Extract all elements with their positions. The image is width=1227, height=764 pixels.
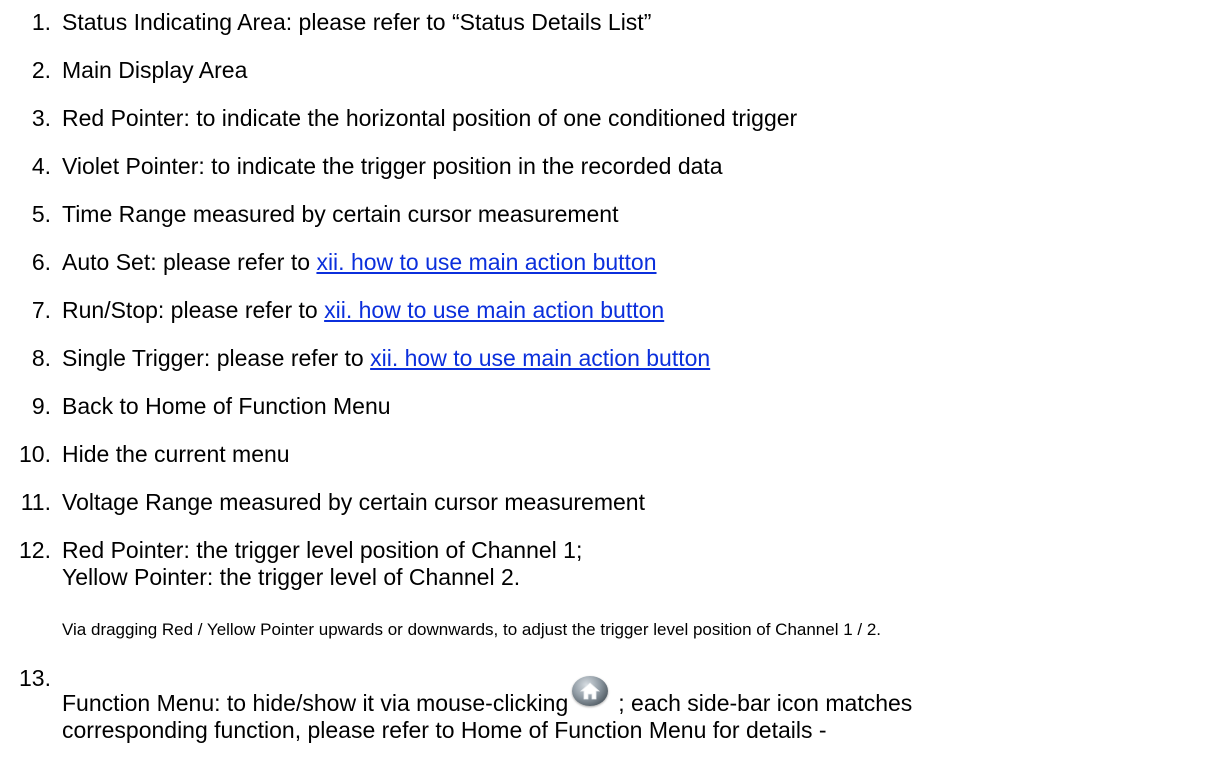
main-action-button-link[interactable]: xii. how to use main action button: [324, 297, 664, 323]
item-number: 3.: [31, 105, 51, 131]
item-text: Single Trigger: please refer to: [62, 345, 371, 371]
item-number: 1.: [31, 9, 51, 35]
item-text: ; each side-bar icon matches: [618, 690, 913, 717]
item-number: 6.: [31, 249, 51, 275]
main-action-button-link[interactable]: xii. how to use main action button: [370, 345, 710, 371]
item-number: 2.: [31, 57, 51, 83]
item-number: 5.: [31, 201, 51, 227]
item-number: 10.: [19, 441, 51, 467]
item-text: Run/Stop: please refer to: [62, 297, 325, 323]
item-text: Back to Home of Function Menu: [62, 393, 391, 419]
item-number: 7.: [31, 297, 51, 323]
item-number: 8.: [31, 345, 51, 371]
item-number: 11.: [20, 489, 51, 515]
item-text: Red Pointer: to indicate the horizontal …: [62, 105, 798, 131]
item-text: Status Indicating Area: please refer to …: [62, 9, 652, 35]
item-text: Violet Pointer: to indicate the trigger …: [62, 153, 723, 179]
main-action-button-link[interactable]: xii. how to use main action button: [316, 249, 656, 275]
item-text: Red Pointer: the trigger level position …: [62, 537, 583, 563]
item-number: 9.: [31, 393, 51, 419]
item-text: Main Display Area: [62, 57, 248, 83]
item-number: 4.: [31, 153, 51, 179]
item-number: 13.: [19, 665, 51, 691]
item-text: Yellow Pointer: the trigger level of Cha…: [62, 564, 521, 590]
item-text: corresponding function, please refer to …: [62, 717, 827, 743]
home-icon[interactable]: [572, 676, 609, 706]
item-text: Auto Set: please refer to: [62, 249, 317, 275]
item-text: Function Menu: to hide/show it via mouse…: [62, 690, 569, 717]
item-text: Time Range measured by certain cursor me…: [62, 201, 619, 227]
item-text: Hide the current menu: [62, 441, 290, 467]
item-text: Voltage Range measured by certain cursor…: [62, 489, 645, 515]
item-note: Via dragging Red / Yellow Pointer upward…: [62, 620, 882, 639]
item-number: 12.: [19, 537, 51, 563]
